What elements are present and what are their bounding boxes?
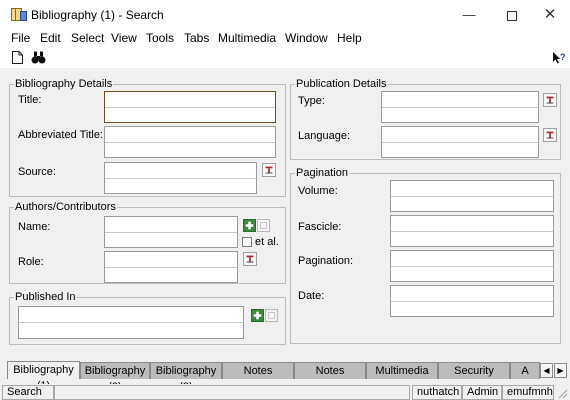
status-database: nuthatch [412, 385, 462, 400]
source-lookup-icon[interactable] [262, 163, 276, 177]
status-user: emufmnh [502, 385, 554, 400]
menu-select[interactable]: Select [71, 31, 104, 45]
tab-scroll-left-icon[interactable]: ◀ [540, 363, 553, 378]
role-label: Role: [18, 256, 44, 268]
menu-bar: File Edit Select View Tools Tabs Multime… [0, 29, 570, 48]
pagination-field[interactable] [390, 250, 554, 282]
publication-details-legend: Publication Details [295, 78, 388, 90]
et-al-checkbox[interactable] [242, 237, 252, 247]
type-label: Type: [298, 95, 325, 107]
fascicle-field[interactable] [390, 215, 554, 247]
add-published-in-icon[interactable] [251, 309, 264, 322]
tab-bibliography-2[interactable]: Bibliography (2) [80, 362, 150, 393]
tab-multimedia[interactable]: Multimedia [366, 362, 438, 379]
pagination-legend: Pagination [295, 167, 349, 179]
bibliography-details-legend: Bibliography Details [14, 78, 114, 90]
menu-help[interactable]: Help [337, 31, 362, 45]
role-lookup-icon[interactable] [243, 252, 257, 266]
title-field[interactable] [104, 91, 276, 123]
name-label: Name: [18, 221, 51, 233]
volume-label: Volume: [298, 185, 338, 197]
role-field[interactable] [104, 251, 238, 283]
language-label: Language: [298, 130, 350, 142]
minimize-icon: — [462, 7, 476, 22]
resize-grip-icon[interactable] [556, 387, 568, 399]
language-field[interactable] [381, 126, 539, 158]
type-lookup-icon[interactable] [543, 93, 557, 107]
tab-security[interactable]: Security [438, 362, 510, 379]
date-label: Date: [298, 290, 325, 302]
title-bar: Bibliography (1) - Search — ✕ [0, 0, 570, 29]
status-bar: Search nuthatch Admin emufmnh [0, 384, 570, 400]
new-document-icon[interactable] [12, 51, 23, 64]
close-icon: ✕ [543, 6, 557, 23]
tab-more[interactable]: A [510, 362, 540, 379]
window-title: Bibliography (1) - Search [31, 8, 164, 22]
pagination-label: Pagination: [298, 255, 354, 267]
title-label: Title: [18, 94, 42, 106]
toolbar: ? [0, 48, 570, 68]
authors-contributors-legend: Authors/Contributors [14, 201, 117, 213]
menu-window[interactable]: Window [285, 31, 328, 45]
tab-notes-2[interactable]: Notes [294, 362, 366, 379]
add-name-icon[interactable] [243, 219, 256, 232]
close-button[interactable]: ✕ [530, 0, 570, 29]
abbreviated-title-field[interactable] [104, 126, 276, 158]
menu-edit[interactable]: Edit [40, 31, 61, 45]
menu-tabs[interactable]: Tabs [184, 31, 209, 45]
tab-bibliography-1[interactable]: Bibliography (1) [7, 361, 80, 392]
date-field[interactable] [390, 285, 554, 317]
tab-notes-1[interactable]: Notes [222, 362, 294, 379]
volume-field[interactable] [390, 180, 554, 212]
status-mode: Search [2, 385, 54, 400]
tab-bibliography-3[interactable]: Bibliography (3) [150, 362, 222, 393]
published-in-field[interactable] [18, 306, 244, 339]
menu-file[interactable]: File [11, 31, 30, 45]
svg-text:?: ? [560, 52, 566, 62]
source-field[interactable] [104, 162, 257, 194]
published-in-legend: Published In [14, 291, 77, 303]
fascicle-label: Fascicle: [298, 221, 342, 233]
binoculars-search-icon[interactable] [31, 51, 46, 64]
menu-tools[interactable]: Tools [146, 31, 174, 45]
remove-published-in-disabled-icon [265, 309, 278, 322]
status-message [54, 385, 410, 400]
context-help-icon[interactable]: ? [552, 51, 566, 65]
maximize-button[interactable] [492, 0, 532, 29]
type-field[interactable] [381, 91, 539, 123]
bibliography-app-icon [11, 8, 27, 21]
language-lookup-icon[interactable] [543, 128, 557, 142]
menu-view[interactable]: View [111, 31, 137, 45]
name-field[interactable] [104, 216, 238, 248]
maximize-icon [507, 10, 517, 21]
et-al-label: et al. [255, 236, 279, 248]
tab-strip: Bibliography (1) Bibliography (2) Biblio… [0, 361, 570, 393]
abbreviated-title-label: Abbreviated Title: [18, 129, 103, 141]
source-label: Source: [18, 166, 56, 178]
status-role: Admin [462, 385, 502, 400]
menu-multimedia[interactable]: Multimedia [218, 31, 276, 45]
minimize-button[interactable]: — [449, 0, 489, 29]
tab-scroll-right-icon[interactable]: ▶ [554, 363, 567, 378]
remove-name-disabled-icon [257, 219, 270, 232]
